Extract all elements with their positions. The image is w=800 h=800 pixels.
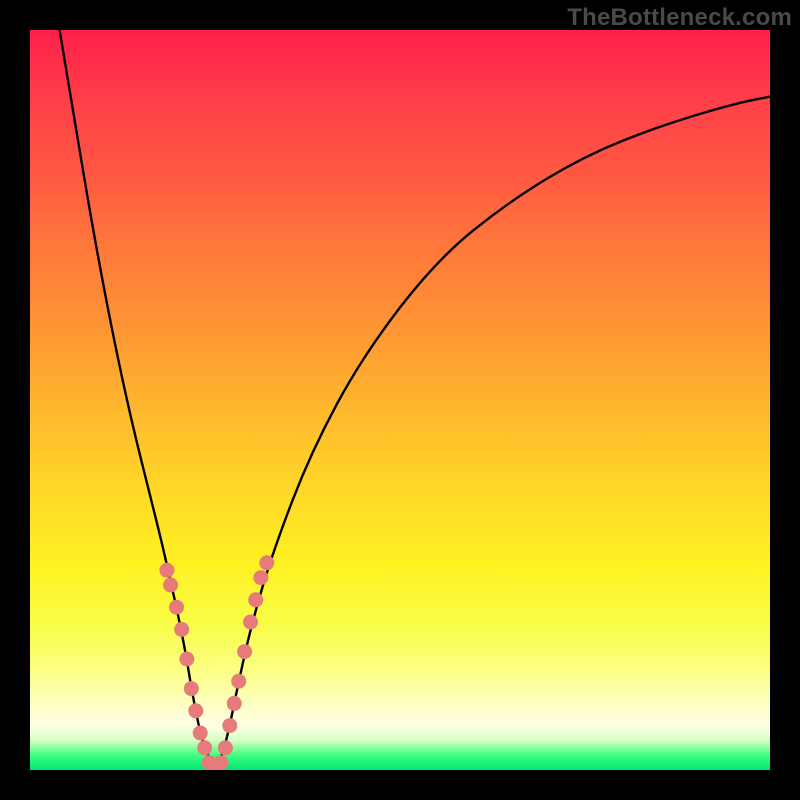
marker-dot bbox=[231, 674, 246, 689]
marker-dot bbox=[213, 755, 228, 770]
marker-dot bbox=[188, 703, 203, 718]
chart-frame: TheBottleneck.com bbox=[0, 0, 800, 800]
marker-dot bbox=[174, 622, 189, 637]
marker-dot bbox=[227, 696, 242, 711]
highlight-dots bbox=[159, 555, 274, 770]
marker-dot bbox=[193, 726, 208, 741]
marker-dot bbox=[159, 563, 174, 578]
marker-dot bbox=[259, 555, 274, 570]
marker-dot bbox=[197, 740, 212, 755]
marker-dot bbox=[248, 592, 263, 607]
bottleneck-curve bbox=[60, 30, 770, 766]
curve-svg bbox=[30, 30, 770, 770]
marker-dot bbox=[163, 578, 178, 593]
watermark-text: TheBottleneck.com bbox=[567, 4, 792, 32]
marker-dot bbox=[218, 740, 233, 755]
marker-dot bbox=[243, 615, 258, 630]
marker-dot bbox=[222, 718, 237, 733]
plot-area bbox=[30, 30, 770, 770]
marker-dot bbox=[184, 681, 199, 696]
marker-dot bbox=[179, 652, 194, 667]
marker-dot bbox=[169, 600, 184, 615]
marker-dot bbox=[237, 644, 252, 659]
marker-dot bbox=[253, 570, 268, 585]
